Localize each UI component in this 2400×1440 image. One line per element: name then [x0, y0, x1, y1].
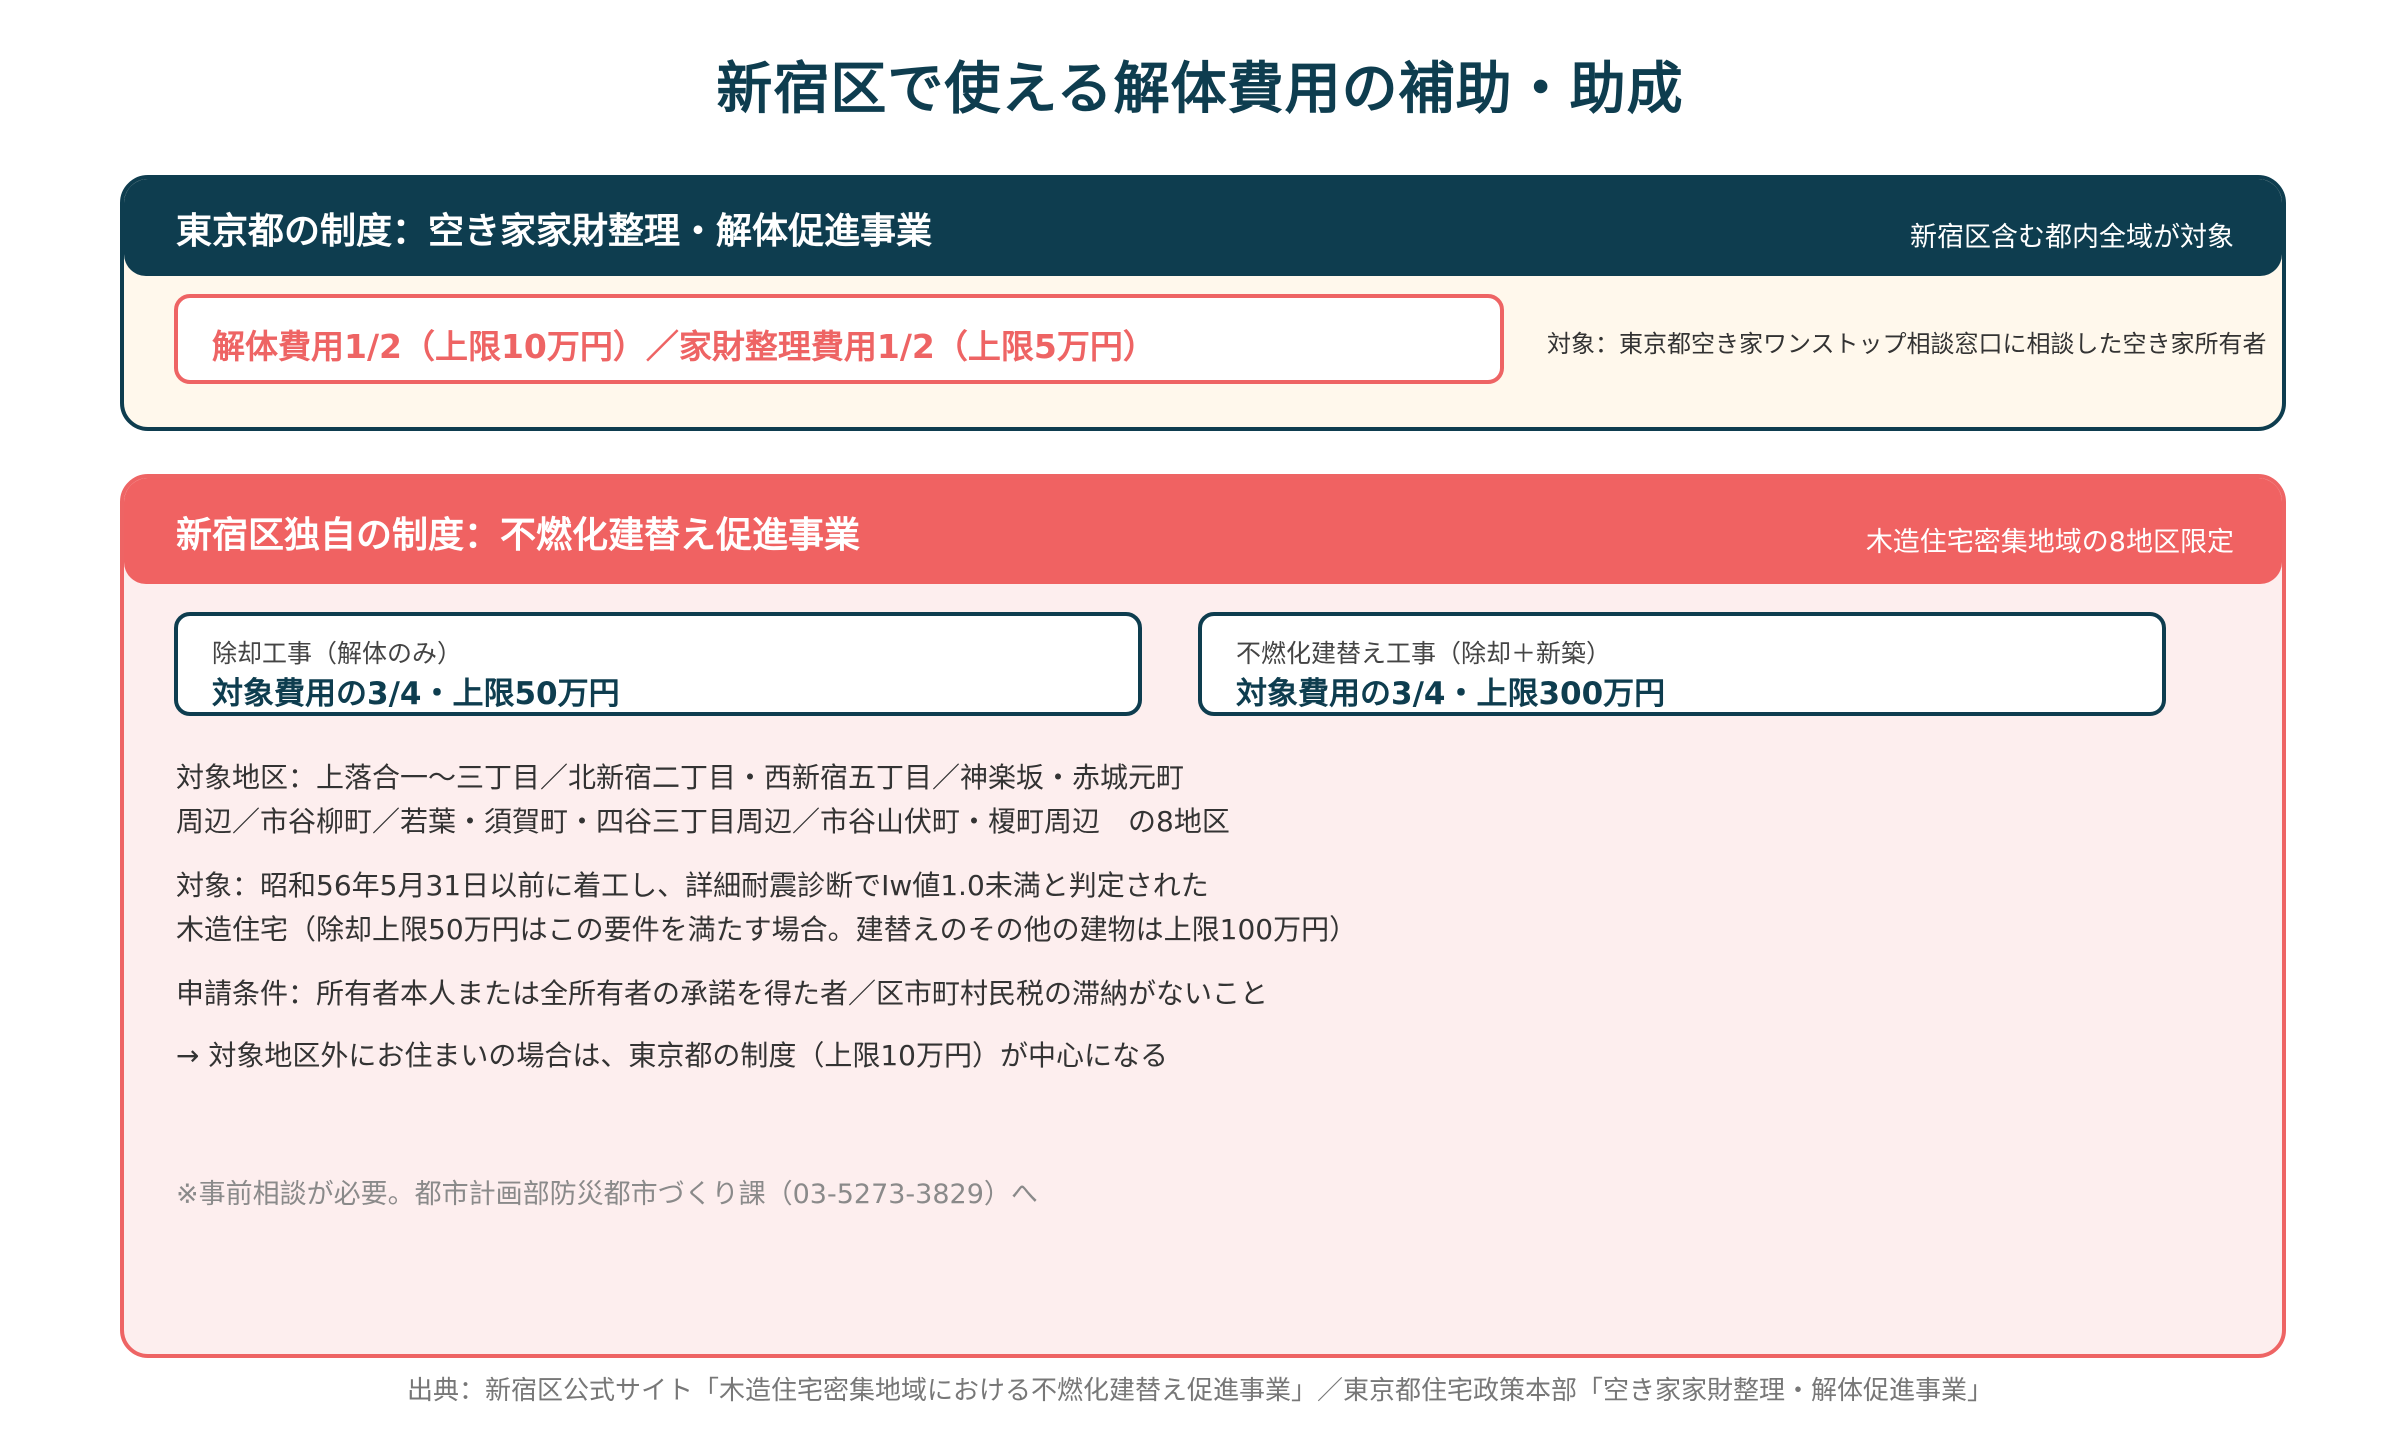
eligibility-line: 対象：昭和56年5月31日以前に着工し、詳細耐震診断でIw値1.0未満と判定され…	[176, 869, 1209, 902]
consultation-note: ※事前相談が必要。都市計画部防災都市づくり課（03-5273-3829）へ	[176, 1179, 1038, 1210]
shinjuku-program-card: 新宿区独自の制度：不燃化建替え促進事業 木造住宅密集地域の8地区限定 除却工事（…	[120, 474, 2286, 1358]
target-areas-text: 対象地区：上落合一〜三丁目／北新宿二丁目・西新宿五丁目／神楽坂・赤城元町 周辺／…	[176, 756, 1230, 844]
eligibility-line: 木造住宅（除却上限50万円はこの要件を満たす場合。建替えのその他の建物は上限10…	[176, 913, 1358, 946]
page-title: 新宿区で使える解体費用の補助・助成	[716, 57, 1684, 122]
tokyo-program-header: 東京都の制度：空き家家財整理・解体促進事業 新宿区含む都内全域が対象	[124, 179, 2282, 276]
rebuild-amount: 対象費用の3/4・上限300万円	[1236, 676, 1666, 712]
shinjuku-program-header: 新宿区独自の制度：不燃化建替え促進事業 木造住宅密集地域の8地区限定	[124, 478, 2282, 584]
shinjuku-scope-note: 木造住宅密集地域の8地区限定	[1865, 527, 2234, 558]
demolition-amount: 対象費用の3/4・上限50万円	[212, 676, 620, 712]
tokyo-program-card: 東京都の制度：空き家家財整理・解体促進事業 新宿区含む都内全域が対象 解体費用1…	[120, 175, 2286, 431]
tokyo-subsidy-highlight: 解体費用1/2（上限10万円）／家財整理費用1/2（上限5万円）	[174, 294, 1504, 384]
shinjuku-program-heading: 新宿区独自の制度：不燃化建替え促進事業	[176, 515, 861, 556]
source-citation: 出典：新宿区公式サイト「木造住宅密集地域における不燃化建替え促進事業」／東京都住…	[406, 1376, 1993, 1406]
tokyo-scope-note: 新宿区含む都内全域が対象	[1910, 222, 2234, 253]
demolition-label: 除却工事（解体のみ）	[212, 639, 463, 668]
eligibility-text: 対象：昭和56年5月31日以前に着工し、詳細耐震診断でIw値1.0未満と判定され…	[176, 864, 1357, 952]
tokyo-program-heading: 東京都の制度：空き家家財整理・解体促進事業	[176, 211, 933, 252]
rebuild-subsidy-box: 不燃化建替え工事（除却＋新築） 対象費用の3/4・上限300万円	[1198, 612, 2166, 716]
tokyo-subsidy-amount: 解体費用1/2（上限10万円）／家財整理費用1/2（上限5万円）	[212, 327, 1156, 366]
application-conditions: 申請条件：所有者本人または全所有者の承諾を得た者／区市町村民税の滞納がないこと	[176, 977, 1269, 1010]
demolition-subsidy-box: 除却工事（解体のみ） 対象費用の3/4・上限50万円	[174, 612, 1142, 716]
outside-area-note: → 対象地区外にお住まいの場合は、東京都の制度（上限10万円）が中心になる	[176, 1039, 1168, 1072]
target-areas-line: 周辺／市谷柳町／若葉・須賀町・四谷三丁目周辺／市谷山伏町・榎町周辺 の8地区	[176, 805, 1230, 838]
tokyo-target-note: 対象：東京都空き家ワンストップ相談窓口に相談した空き家所有者	[1547, 330, 2267, 358]
rebuild-label: 不燃化建替え工事（除却＋新築）	[1236, 639, 1612, 668]
target-areas-line: 対象地区：上落合一〜三丁目／北新宿二丁目・西新宿五丁目／神楽坂・赤城元町	[176, 761, 1185, 794]
